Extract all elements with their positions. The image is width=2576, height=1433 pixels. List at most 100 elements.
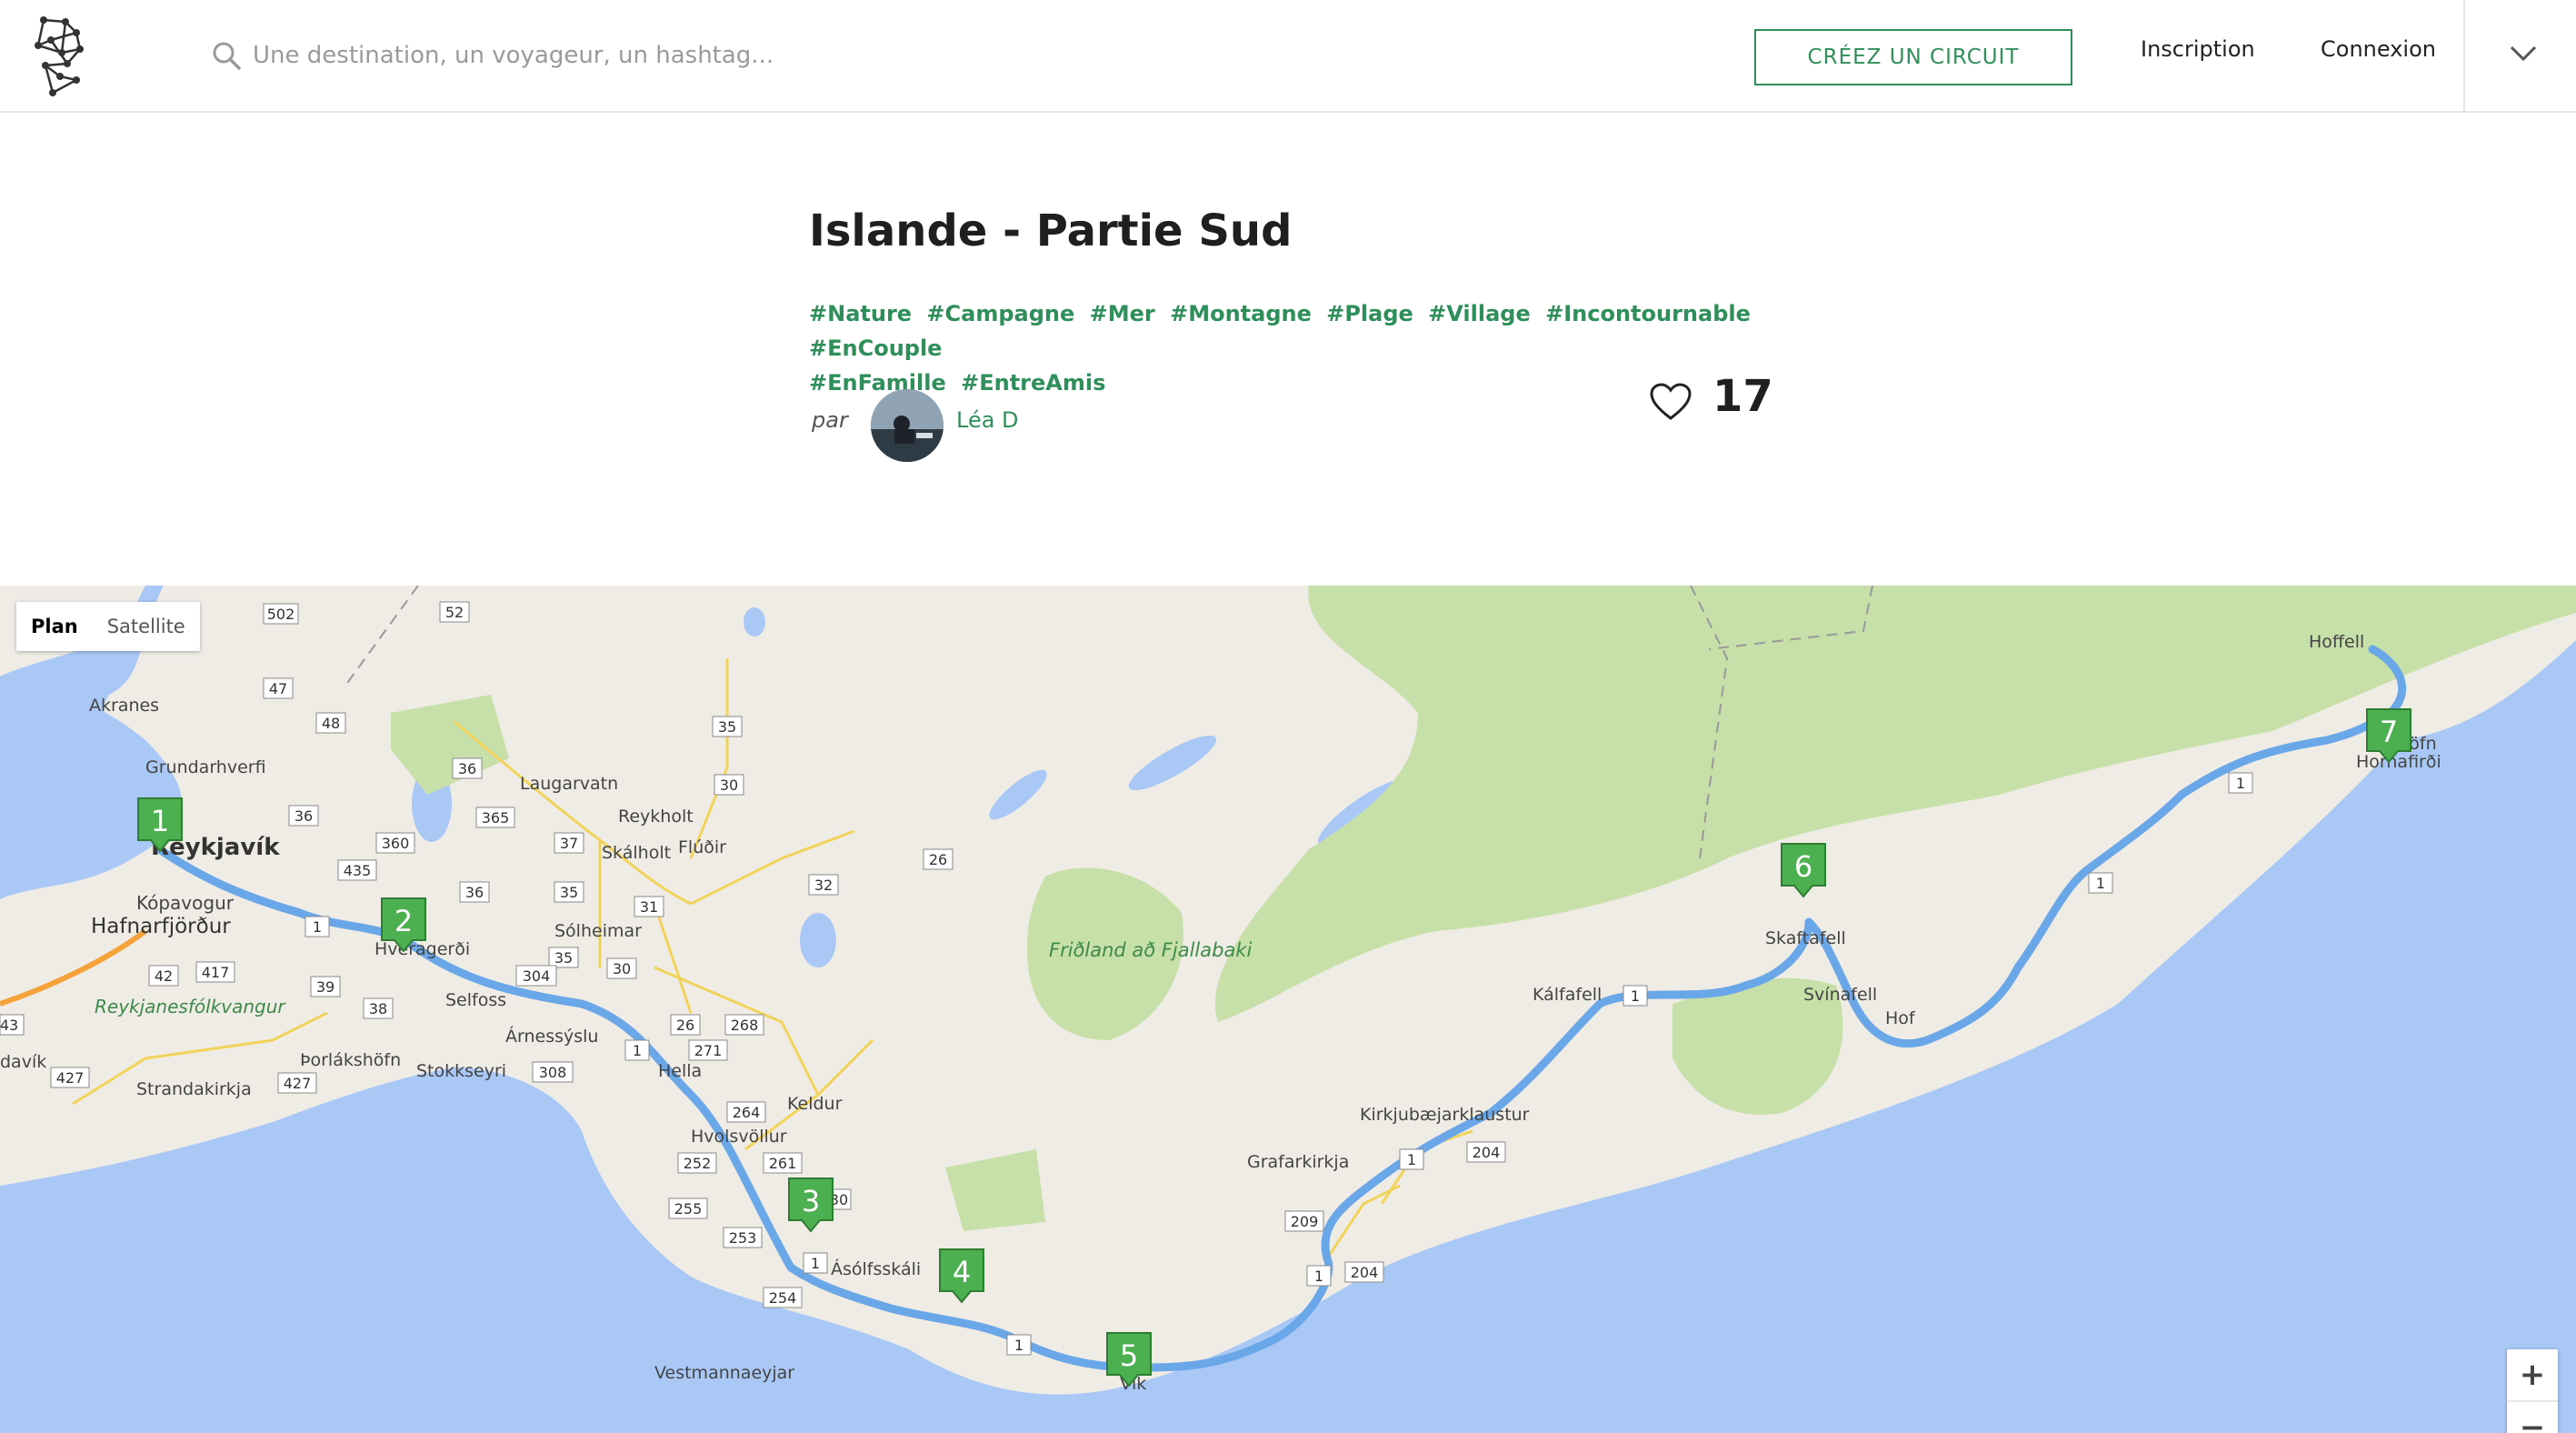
road-shield-label: 365 <box>482 809 510 827</box>
tag-link[interactable]: #Plage <box>1326 301 1413 326</box>
map-type-satellite-button[interactable]: Satellite <box>93 602 200 651</box>
place-label: Grafarkirkja <box>1247 1152 1349 1172</box>
road-shield-label: 268 <box>731 1017 759 1034</box>
place-label: Hof <box>1885 1008 1916 1028</box>
place-label: Sólheimar <box>554 921 642 941</box>
road-shield-label: 36 <box>465 884 484 901</box>
tag-link[interactable]: #EnCouple <box>809 336 942 361</box>
road-shield-label: 36 <box>295 807 313 825</box>
road-shield-label: 26 <box>676 1017 694 1034</box>
tag-link[interactable]: #Nature <box>809 301 912 326</box>
road-shield-label: 36 <box>458 760 476 777</box>
place-label: davík <box>0 1052 46 1072</box>
road-shield-label: 1 <box>1314 1268 1323 1285</box>
road-shield-label: 204 <box>1473 1144 1501 1161</box>
road-shield-label: 255 <box>674 1200 703 1218</box>
road-shield-label: 1 <box>2236 775 2245 792</box>
chevron-down-icon[interactable] <box>2509 42 2538 64</box>
road-shield-label: 209 <box>1291 1213 1319 1230</box>
road-shield-label: 30 <box>720 777 738 794</box>
author-name-link[interactable]: Léa D <box>956 407 1019 433</box>
place-label: Hella <box>658 1061 702 1081</box>
road-shield-label: 35 <box>718 718 736 736</box>
road-shield-label: 1 <box>1631 987 1640 1005</box>
road-shield-label: 252 <box>684 1155 712 1172</box>
zoom-in-button[interactable]: + <box>2507 1349 2558 1400</box>
road-shield-label: 48 <box>322 715 340 732</box>
map-type-control: Plan Satellite <box>16 602 200 651</box>
place-label: Reykjanesfólkvangur <box>95 996 286 1017</box>
place-label: Stokkseyri <box>416 1061 506 1081</box>
place-label: Keldur <box>787 1094 843 1114</box>
map-canvas[interactable]: 502 52 47 48 36 36 365 360 435 36 35 35 … <box>0 586 2576 1433</box>
author-prefix: par <box>812 407 848 433</box>
place-label: Friðland að Fjallabaki <box>1049 939 1252 961</box>
tag-link[interactable]: #Incontournable <box>1545 301 1751 326</box>
road-shield-label: 427 <box>56 1069 85 1087</box>
place-label: Ásólfsskáli <box>831 1258 921 1279</box>
road-shield-label: 26 <box>929 851 947 868</box>
tag-link[interactable]: #Village <box>1428 301 1531 326</box>
create-circuit-button[interactable]: CRÉEZ UN CIRCUIT <box>1754 29 2072 85</box>
heart-icon[interactable] <box>1649 382 1692 422</box>
road-shield-label: 435 <box>344 862 372 879</box>
place-label: Kópavogur <box>136 892 235 914</box>
road-shield-label: 1 <box>811 1255 820 1272</box>
signup-link[interactable]: Inscription <box>2141 36 2255 62</box>
road-shield-label: 47 <box>269 680 287 697</box>
place-label: Grundarhverfi <box>145 757 266 777</box>
road-shield-label: 308 <box>539 1064 567 1081</box>
route-map[interactable]: 502 52 47 48 36 36 365 360 435 36 35 35 … <box>0 586 2576 1433</box>
map-marker-label: 7 <box>2380 715 2398 749</box>
avatar[interactable] <box>871 389 944 462</box>
place-label: Hafnarfjörður <box>91 915 231 938</box>
road-shield-label: 30 <box>613 960 631 977</box>
road-shield-label: 43 <box>0 1017 18 1034</box>
place-label: Akranes <box>89 696 159 716</box>
map-lake <box>744 607 765 636</box>
road-shield-label: 502 <box>267 606 295 623</box>
road-shield-label: 253 <box>729 1229 757 1247</box>
place-label: Skaftafell <box>1765 928 1846 948</box>
place-label: Strandakirkja <box>136 1079 252 1099</box>
place-label: Kirkjubæjarklaustur <box>1360 1105 1530 1125</box>
top-navigation-bar: CRÉEZ UN CIRCUIT Inscription Connexion <box>0 0 2576 113</box>
tag-link[interactable]: #Campagne <box>926 301 1074 326</box>
road-shield-label: 39 <box>316 978 334 996</box>
map-type-plan-button[interactable]: Plan <box>16 602 93 651</box>
map-lake <box>800 913 836 967</box>
map-marker-label: 2 <box>394 904 413 938</box>
place-label: Selfoss <box>445 990 506 1010</box>
place-label: Laugarvatn <box>520 774 618 794</box>
tag-link[interactable]: #Montagne <box>1170 301 1312 326</box>
place-label: Þorlákshöfn <box>300 1050 401 1070</box>
place-label: Flúðir <box>678 837 726 857</box>
road-shield-label: 264 <box>733 1104 761 1121</box>
like-count: 17 <box>1712 371 1773 422</box>
road-shield-label: 32 <box>814 877 833 894</box>
road-shield-label: 38 <box>369 1000 387 1017</box>
zoom-out-button[interactable]: − <box>2507 1402 2558 1433</box>
place-label: Árnessýslu <box>505 1026 598 1047</box>
road-shield-label: 304 <box>523 967 551 985</box>
tag-list: #Nature #Campagne #Mer #Montagne #Plage … <box>809 296 1791 400</box>
search-input[interactable] <box>253 33 1071 78</box>
road-shield-label: 360 <box>382 835 410 852</box>
place-label: Vestmannaeyjar <box>654 1363 794 1383</box>
tag-link[interactable]: #EntreAmis <box>961 370 1105 396</box>
road-shield-label: 37 <box>560 835 578 852</box>
zoom-control: + − <box>2507 1349 2558 1433</box>
road-shield-label: 52 <box>445 604 464 621</box>
site-logo-icon[interactable] <box>25 13 91 98</box>
login-link[interactable]: Connexion <box>2321 36 2436 62</box>
road-shield-label: 35 <box>554 949 573 967</box>
place-label: Skálholt <box>602 843 671 863</box>
tag-link[interactable]: #Mer <box>1090 301 1155 326</box>
place-label: Svínafell <box>1803 985 1877 1005</box>
tag-link[interactable]: #EnFamille <box>809 370 946 396</box>
road-shield-label: 1 <box>313 918 322 936</box>
road-shield-label: 417 <box>202 964 230 981</box>
road-shield-label: 271 <box>694 1042 723 1059</box>
road-shield-label: 42 <box>155 967 173 985</box>
map-marker-label: 5 <box>1120 1338 1138 1373</box>
